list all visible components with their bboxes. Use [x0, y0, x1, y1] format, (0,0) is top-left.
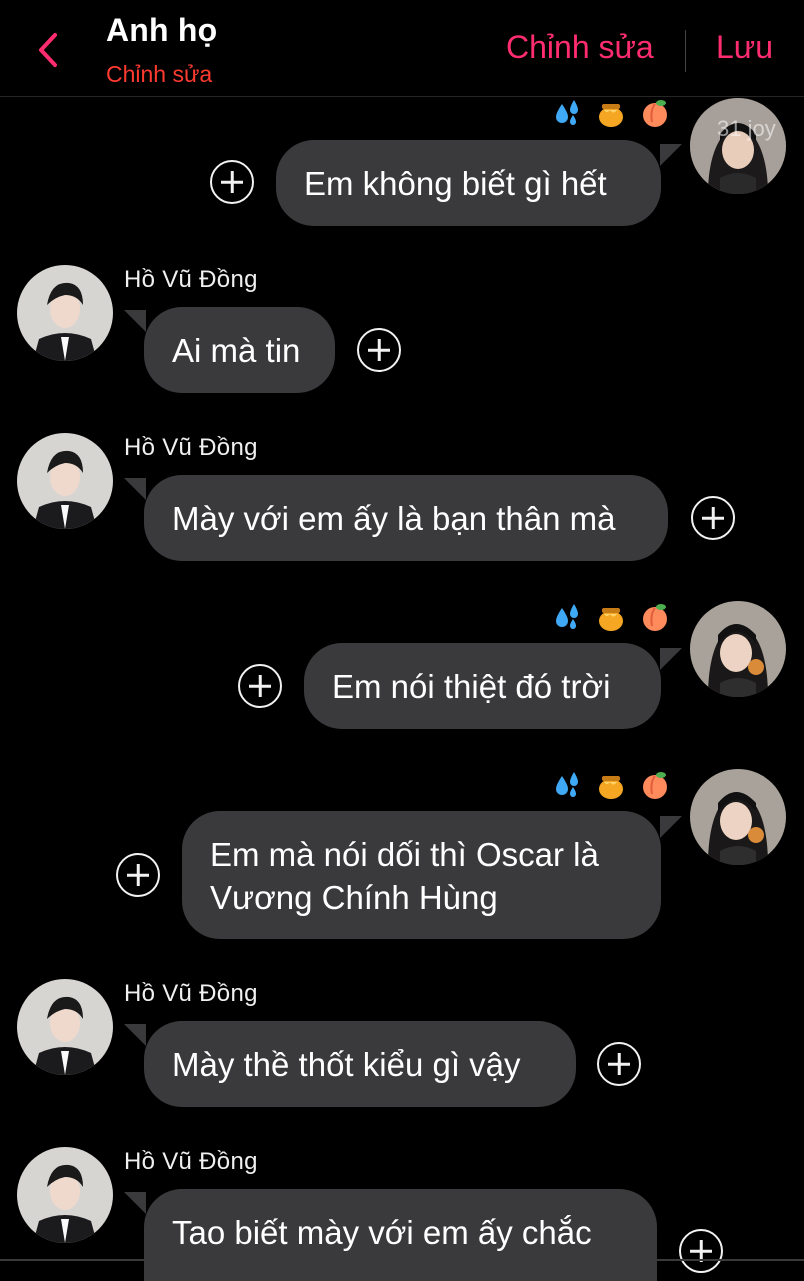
add-reaction-button[interactable] [679, 1229, 723, 1273]
message-reactions [552, 768, 670, 802]
honey-pot-icon [596, 770, 626, 800]
sender-avatar[interactable] [17, 1147, 113, 1243]
home-indicator-divider [0, 1259, 804, 1261]
message-text: Em không biết gì hết [304, 165, 607, 202]
bubble-tail [124, 1024, 146, 1046]
message-bubble[interactable]: Ai mà tin [144, 307, 335, 393]
chat-header: Anh họ Chỉnh sửa Chỉnh sửa Lưu [0, 0, 804, 97]
bubble-tail [660, 648, 682, 670]
add-reaction-button[interactable] [238, 664, 282, 708]
bubble-tail [124, 1192, 146, 1214]
message-text: Mày với em ấy là bạn thân mà [172, 500, 616, 537]
watermark-text: 31 joy [717, 116, 776, 141]
message-text: Ai mà tin [172, 332, 301, 369]
add-reaction-button[interactable] [210, 160, 254, 204]
sweat-drops-icon [552, 98, 582, 128]
sender-avatar[interactable] [17, 979, 113, 1075]
add-reaction-button[interactable] [116, 853, 160, 897]
message-text: Em mà nói dối thì Oscar là Vương Chính H… [210, 836, 599, 916]
sender-avatar[interactable] [17, 265, 113, 361]
sweat-drops-icon [552, 602, 582, 632]
chat-title: Anh họ [106, 12, 218, 48]
add-reaction-button[interactable] [597, 1042, 641, 1086]
my-avatar[interactable] [690, 601, 786, 697]
sender-name: Hồ Vũ Đồng [124, 980, 258, 1007]
peach-icon [640, 602, 670, 632]
message-bubble[interactable]: Tao biết mày với em ấy chắc [144, 1189, 657, 1281]
sender-name: Hồ Vũ Đồng [124, 434, 258, 461]
add-reaction-button[interactable] [691, 496, 735, 540]
sender-name: Hồ Vũ Đồng [124, 1148, 258, 1175]
chat-screen: Anh họ Chỉnh sửa Chỉnh sửa Lưu 31 joy Em… [0, 0, 804, 1281]
header-divider [685, 30, 686, 72]
sender-avatar[interactable] [17, 433, 113, 529]
sweat-drops-icon [552, 770, 582, 800]
message-bubble[interactable]: Mày với em ấy là bạn thân mà [144, 475, 668, 561]
bubble-tail [660, 144, 682, 166]
bubble-tail [124, 310, 146, 332]
chat-subtitle: Chỉnh sửa [106, 61, 213, 87]
honey-pot-icon [596, 602, 626, 632]
honey-pot-icon [596, 98, 626, 128]
save-button[interactable]: Lưu [716, 29, 773, 66]
peach-icon [640, 98, 670, 128]
message-text: Tao biết mày với em ấy chắc [172, 1214, 592, 1251]
message-bubble[interactable]: Em mà nói dối thì Oscar là Vương Chính H… [182, 811, 661, 939]
add-reaction-button[interactable] [357, 328, 401, 372]
message-text: Em nói thiệt đó trời [332, 668, 611, 705]
chevron-left-icon [39, 33, 57, 67]
my-avatar[interactable] [690, 769, 786, 865]
bubble-tail [660, 816, 682, 838]
message-bubble[interactable]: Em không biết gì hết [276, 140, 661, 226]
bubble-tail [124, 478, 146, 500]
my-avatar[interactable] [690, 98, 786, 194]
message-reactions [552, 96, 670, 130]
edit-button[interactable]: Chỉnh sửa [506, 29, 654, 66]
message-reactions [552, 600, 670, 634]
message-bubble[interactable]: Em nói thiệt đó trời [304, 643, 661, 729]
back-button[interactable] [28, 28, 68, 72]
message-bubble[interactable]: Mày thề thốt kiểu gì vậy [144, 1021, 576, 1107]
sender-name: Hồ Vũ Đồng [124, 266, 258, 293]
peach-icon [640, 770, 670, 800]
message-text: Mày thề thốt kiểu gì vậy [172, 1046, 521, 1083]
